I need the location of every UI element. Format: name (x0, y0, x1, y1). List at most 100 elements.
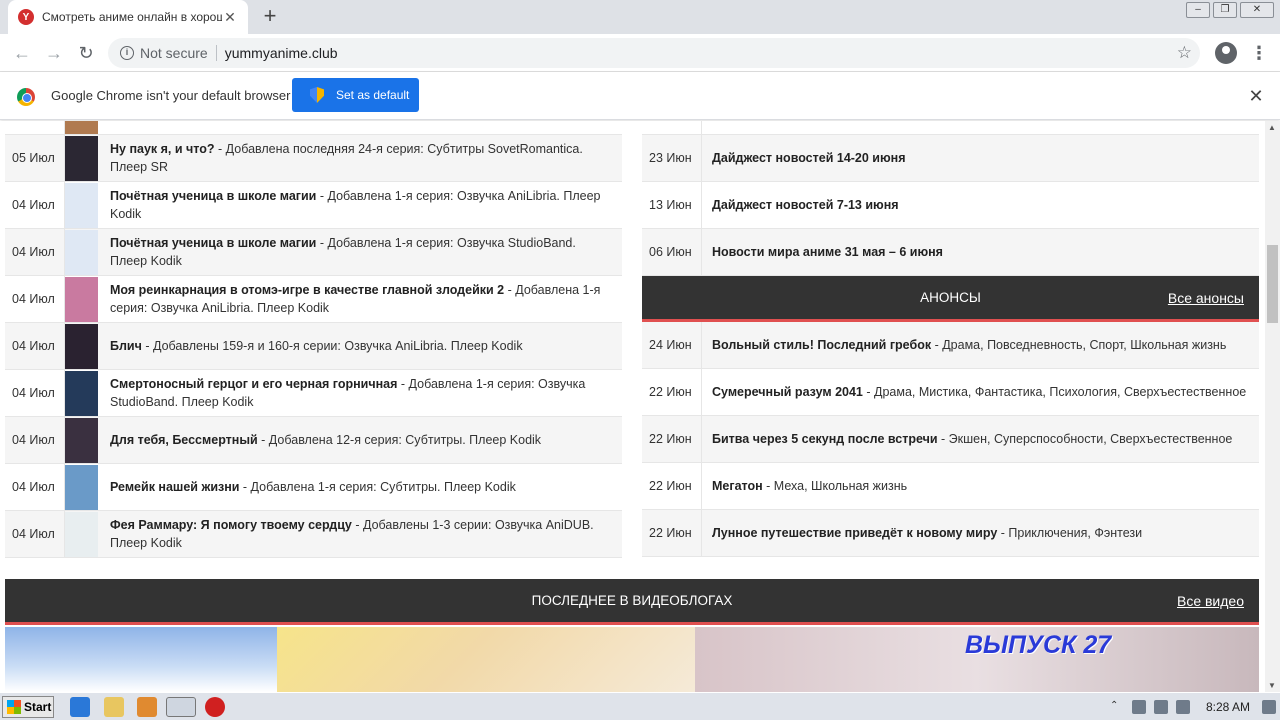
windows-logo-icon (7, 700, 21, 714)
item-description: - Добавлена 1-я серия: Субтитры. Плеер K… (239, 480, 516, 494)
video-thumbnail[interactable] (5, 627, 277, 692)
tab-close-icon[interactable]: ✕ (222, 9, 238, 26)
list-item: 22 Июн Лунное путешествие приведёт к ново… (642, 510, 1259, 557)
item-text: Ремейк нашей жизни - Добавлена 1-я серия… (110, 478, 528, 496)
network-icon[interactable] (1153, 700, 1168, 714)
item-text: Дайджест новостей 7-13 июня (712, 196, 911, 214)
anime-thumbnail[interactable] (65, 229, 98, 275)
info-icon[interactable]: i (120, 46, 134, 60)
page-scrollbar[interactable]: ▲ ▼ (1265, 121, 1280, 692)
show-desktop-icon[interactable] (1262, 700, 1276, 714)
restore-icon[interactable]: ❐ (1213, 2, 1237, 18)
item-title-link[interactable]: Мегатон (712, 479, 763, 493)
internet-explorer-icon[interactable] (70, 697, 90, 717)
item-title-link[interactable]: Вольный стиль! Последний гребок (712, 338, 931, 352)
tray-expand-icon[interactable]: ⌃ (1110, 700, 1124, 714)
anime-thumbnail[interactable] (65, 276, 98, 322)
item-title-link[interactable]: Для тебя, Бессмертный (110, 433, 258, 447)
file-explorer-icon[interactable] (104, 697, 124, 717)
infobar-message: Google Chrome isn't your default browser (51, 88, 291, 103)
address-bar[interactable]: i Not secure yummyanime.club ☆ (108, 38, 1200, 68)
video-thumbnail[interactable] (277, 627, 695, 692)
item-title-link[interactable]: Почётная ученица в школе магии (110, 189, 316, 203)
item-text: Моя реинкарнация в отомэ-игре в качестве… (110, 281, 622, 317)
item-title-link[interactable]: Фея Раммару: Я помогу твоему сердцу (110, 518, 352, 532)
scroll-up-icon[interactable]: ▲ (1268, 123, 1276, 132)
reload-icon[interactable]: ↻ (74, 41, 98, 65)
anime-thumbnail[interactable] (65, 511, 98, 557)
item-text: Мегатон - Меха, Школьная жизнь (712, 477, 919, 495)
item-title-link[interactable]: Моя реинкарнация в отомэ-игре в качестве… (110, 283, 504, 297)
item-title-link[interactable]: Лунное путешествие приведёт к новому мир… (712, 526, 997, 540)
item-text: Дайджест новостей 14-20 июня (712, 149, 918, 167)
clock: 8:28 AM (1205, 700, 1250, 714)
episode-label: ВЫПУСК 27 (965, 631, 1112, 659)
list-item: 04 Июл Моя реинкарнация в отомэ-игре в ка… (5, 276, 622, 323)
anime-thumbnail[interactable] (65, 121, 98, 134)
item-text: Новости мира аниме 31 мая – 6 июня (712, 243, 955, 261)
item-text: Блич - Добавлены 159-я и 160-я серии: Оз… (110, 337, 535, 355)
minimize-icon[interactable]: – (1186, 2, 1210, 18)
scroll-thumb[interactable] (1267, 245, 1278, 323)
item-title-link[interactable]: Ремейк нашей жизни (110, 480, 239, 494)
volume-icon[interactable] (1131, 700, 1146, 714)
url-text[interactable]: yummyanime.club (225, 45, 338, 61)
item-date: 05 Июл (5, 135, 65, 181)
list-item: 04 Июл Ремейк нашей жизни - Добавлена 1-я… (5, 464, 622, 511)
item-title-link[interactable]: Почётная ученица в школе магии (110, 236, 316, 250)
new-tab-button[interactable]: + (258, 4, 282, 28)
videoblogs-title: ПОСЛЕДНЕЕ В ВИДЕОБЛОГАХ (531, 593, 733, 608)
item-title-link[interactable]: Смертоносный герцог и его черная горничн… (110, 377, 397, 391)
item-title-link[interactable]: Блич (110, 339, 142, 353)
item-title-link[interactable]: Новости мира аниме 31 мая – 6 июня (712, 245, 943, 259)
item-text: Почётная ученица в школе магии - Добавле… (110, 187, 622, 223)
item-text: Битва через 5 секунд после встречи - Экш… (712, 430, 1244, 448)
scroll-down-icon[interactable]: ▼ (1268, 681, 1276, 690)
browser-tab[interactable]: Y Смотреть аниме онлайн в хороше ✕ (8, 0, 248, 34)
anime-thumbnail[interactable] (65, 323, 98, 369)
item-description: - Меха, Школьная жизнь (762, 479, 908, 493)
item-date: 22 Июн (642, 463, 702, 509)
flag-icon[interactable] (1175, 700, 1190, 714)
infobar-close-icon[interactable]: ✕ (1246, 86, 1266, 107)
all-videos-link[interactable]: Все видео (1177, 593, 1244, 609)
item-date: 22 Июн (642, 369, 702, 415)
address-separator (215, 45, 217, 61)
item-date: 04 Июл (5, 417, 65, 463)
item-title-link[interactable]: Ну паук я, и что? (110, 142, 215, 156)
bookmark-star-icon[interactable]: ☆ (1177, 43, 1192, 63)
list-item-partial (642, 121, 1259, 135)
media-player-icon[interactable] (137, 697, 157, 717)
anime-thumbnail[interactable] (65, 182, 98, 228)
chrome-menu-icon[interactable]: ⋮ (1250, 42, 1268, 64)
item-title-link[interactable]: Дайджест новостей 7-13 июня (712, 198, 899, 212)
item-date: 24 Июн (642, 322, 702, 368)
forward-arrow-icon[interactable]: → (42, 41, 66, 65)
set-as-default-button[interactable]: Set as default (292, 78, 419, 112)
item-text: Фея Раммару: Я помогу твоему сердцу - До… (110, 516, 622, 552)
start-button[interactable]: Start (2, 696, 54, 718)
profile-avatar-icon[interactable] (1215, 42, 1237, 64)
list-item: 22 Июн Мегатон - Меха, Школьная жизнь (642, 463, 1259, 510)
start-label: Start (24, 700, 52, 714)
anime-thumbnail[interactable] (65, 464, 98, 510)
item-date: 04 Июл (5, 370, 65, 416)
anime-thumbnail[interactable] (65, 135, 98, 181)
item-title-link[interactable]: Битва через 5 секунд после встречи (712, 432, 938, 446)
list-item: 22 Июн Сумеречный разум 2041 - Драма, Мис… (642, 369, 1259, 416)
list-item: 06 Июн Новости мира аниме 31 мая – 6 июня (642, 229, 1259, 276)
list-item: 04 Июл Блич - Добавлены 159-я и 160-я сер… (5, 323, 622, 370)
item-title-link[interactable]: Дайджест новостей 14-20 июня (712, 151, 906, 165)
anime-thumbnail[interactable] (65, 417, 98, 463)
list-item: 24 Июн Вольный стиль! Последний гребок - … (642, 322, 1259, 369)
stop-app-icon[interactable] (205, 697, 225, 717)
video-thumbnail[interactable]: ВЫПУСК 27 (695, 627, 1259, 692)
item-title-link[interactable]: Сумеречный разум 2041 (712, 385, 863, 399)
back-arrow-icon[interactable]: ← (10, 41, 34, 65)
chrome-taskbar-icon[interactable] (166, 697, 196, 717)
all-announcements-link[interactable]: Все анонсы (1168, 290, 1244, 306)
anime-thumbnail[interactable] (65, 370, 98, 416)
item-date: 13 Июн (642, 182, 702, 228)
item-text: Сумеречный разум 2041 - Драма, Мистика, … (712, 383, 1258, 401)
close-window-icon[interactable]: ✕ (1240, 2, 1274, 18)
